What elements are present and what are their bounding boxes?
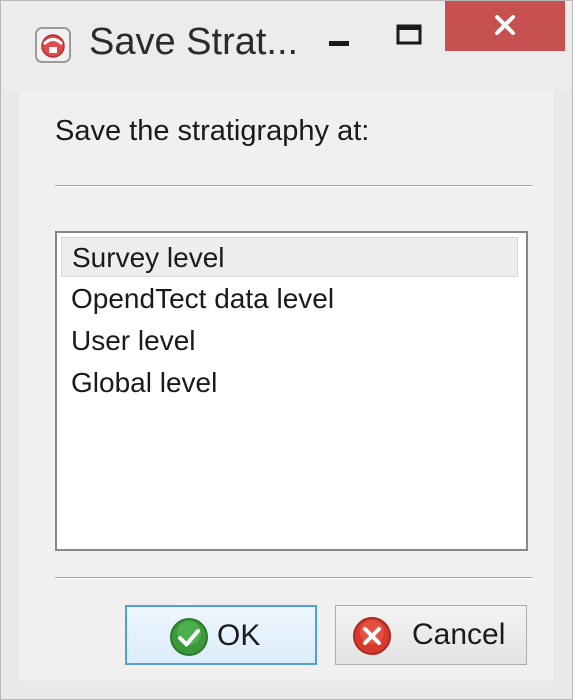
list-item-opendtect-data-level[interactable]: OpendTect data level: [61, 279, 518, 319]
minimize-icon: [329, 41, 349, 46]
ok-button-label: OK: [217, 619, 261, 652]
title-bar[interactable]: Save Strat...: [1, 1, 572, 91]
maximize-button[interactable]: [377, 1, 445, 71]
close-button[interactable]: [445, 1, 565, 51]
list-item-user-level[interactable]: User level: [61, 321, 518, 361]
list-item-global-level[interactable]: Global level: [61, 363, 518, 403]
close-icon: [495, 15, 515, 35]
cancel-button-label: Cancel: [412, 618, 506, 651]
cancel-x-icon: [353, 617, 391, 655]
save-level-list[interactable]: Survey level OpendTect data level User l…: [55, 231, 528, 551]
window-title: Save Strat...: [89, 21, 299, 63]
ok-button[interactable]: OK: [125, 605, 317, 665]
bottom-separator: [55, 577, 532, 579]
top-separator: [55, 185, 532, 187]
save-stratigraphy-dialog: Save Strat... Save the stratigraphy at: …: [0, 0, 573, 700]
list-item-survey-level[interactable]: Survey level: [61, 237, 518, 277]
dialog-body: Save the stratigraphy at: Survey level O…: [19, 91, 554, 681]
cancel-button[interactable]: Cancel: [335, 605, 527, 665]
dialog-prompt: Save the stratigraphy at:: [55, 115, 370, 147]
checkmark-icon: [170, 618, 208, 656]
minimize-button[interactable]: [307, 1, 375, 71]
maximize-icon: [396, 24, 422, 45]
app-icon: [35, 27, 71, 63]
